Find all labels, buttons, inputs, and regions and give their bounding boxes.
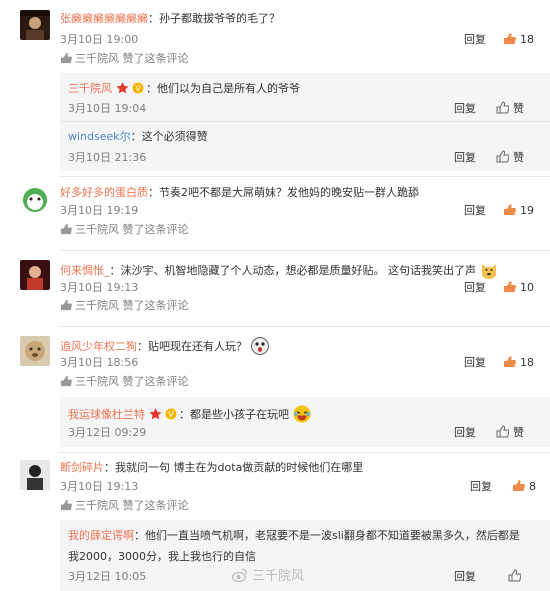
username[interactable]: 张癞癞癞癞癞癞癞 [60, 12, 148, 25]
like-button[interactable]: 赞 [496, 425, 524, 441]
like-button[interactable]: 8 [512, 479, 536, 495]
doge-emoji-icon [481, 264, 496, 279]
comment-text: ：沫沙宇、机智地隐藏了个人动态，想必都是质量好贴。 这句话我笑出了声 [109, 264, 477, 277]
avatar[interactable] [20, 260, 50, 290]
liker-name[interactable]: 三千院风 [75, 223, 119, 236]
like-count: 8 [529, 480, 536, 493]
reply-button[interactable]: 回复 [454, 101, 476, 117]
like-button[interactable]: 18 [503, 355, 534, 371]
like-button[interactable]: 赞 [496, 150, 524, 166]
avatar[interactable] [20, 184, 50, 214]
liked-note: 三千院风 赞了这条评论 [60, 51, 189, 67]
reply-thread: 我的薛定谔啊：他们一直当喷气机啊，老冦要不是一波sli翻身都不知道要被黑多久，然… [60, 520, 550, 591]
like-button[interactable]: 10 [503, 280, 534, 296]
comment-text: ：节奏2吧不都是大屌萌妹？发他妈的晚安贴一群人跪舔 [148, 186, 419, 199]
username[interactable]: 我运球像杜兰特 [68, 408, 145, 421]
thumbs-up-icon [496, 101, 509, 114]
avatar[interactable] [20, 336, 50, 366]
thumbs-up-icon [496, 425, 509, 438]
thumbs-up-icon [60, 299, 72, 311]
reply-button[interactable]: 回复 [470, 479, 492, 495]
thumbs-up-icon [60, 52, 72, 64]
vip-badge-icon: V [132, 82, 144, 94]
reply-button[interactable]: 回复 [454, 569, 476, 585]
timestamp: 3月10日 18:56 [60, 356, 139, 369]
timestamp: 3月12日 10:05 [68, 570, 147, 583]
divider [60, 250, 550, 251]
reply-button[interactable]: 回复 [464, 32, 486, 48]
thumbs-up-icon [504, 204, 516, 215]
divider [60, 121, 550, 122]
timestamp: 3月10日 19:19 [60, 204, 139, 217]
thumbs-up-icon [60, 499, 72, 511]
reply-thread: 我运球像杜兰特 V ：都是些小孩子在玩吧 3月12日 09:29 回复 赞 [60, 397, 550, 447]
username[interactable]: 追风少年权二狗 [60, 340, 137, 353]
thumbs-up-icon [496, 150, 509, 163]
username[interactable]: 好多好多的蛋白质 [60, 186, 148, 199]
liker-name[interactable]: 三千院风 [75, 499, 119, 512]
timestamp: 3月10日 21:36 [68, 151, 147, 164]
like-button[interactable] [508, 569, 525, 585]
like-button[interactable]: 18 [503, 32, 534, 48]
liker-name[interactable]: 三千院风 [75, 375, 119, 388]
star-badge-icon [116, 82, 128, 94]
like-count: 18 [520, 33, 534, 46]
divider [60, 176, 550, 177]
reply-text: ：他们以为自己是所有人的爷爷 [146, 82, 300, 95]
timestamp: 3月10日 19:00 [60, 33, 139, 46]
vip-badge-icon: V [165, 408, 177, 420]
thumbs-up-icon [513, 480, 525, 491]
thumbs-up-icon [508, 569, 521, 582]
thumbs-up-icon [60, 223, 72, 235]
shocked-face-emoji-icon [250, 337, 269, 355]
timestamp: 3月10日 19:13 [60, 480, 139, 493]
username[interactable]: 断剑碎片 [60, 461, 104, 474]
divider [60, 452, 550, 453]
laughing-face-emoji-icon [293, 405, 310, 423]
like-button[interactable]: 19 [503, 203, 534, 219]
liker-name[interactable]: 三千院风 [75, 299, 119, 312]
reply-button[interactable]: 回复 [454, 150, 476, 166]
watermark: 三千院风 [232, 565, 304, 584]
avatar[interactable] [20, 460, 50, 490]
timestamp: 3月10日 19:04 [68, 102, 147, 115]
reply-button[interactable]: 回复 [464, 203, 486, 219]
liked-note: 三千院风 赞了这条评论 [60, 498, 189, 514]
liker-name[interactable]: 三千院风 [75, 52, 119, 65]
reply-thread: 三千院风 V ：他们以为自己是所有人的爷爷 3月10日 19:04 回复 赞 wi… [60, 73, 550, 171]
divider [60, 326, 550, 327]
like-button[interactable]: 赞 [496, 101, 524, 117]
avatar[interactable] [20, 10, 50, 40]
liked-note: 三千院风 赞了这条评论 [60, 298, 189, 314]
thumbs-up-icon [504, 33, 516, 44]
thumbs-up-icon [504, 281, 516, 292]
like-count: 10 [520, 281, 534, 294]
reply-text: ：都是些小孩子在玩吧 [179, 408, 289, 421]
reply-text: ：他们一直当喷气机啊，老冦要不是一波sli翻身都不知道要被黑多久，然后都是 [134, 529, 520, 542]
reply-button[interactable]: 回复 [464, 355, 486, 371]
comment-text: ：孙子都敢拔爷爷的毛了？ [148, 12, 280, 25]
reply-text: ：这个必须得赞 [130, 130, 208, 143]
username[interactable]: 我的薛定谔啊 [68, 529, 134, 542]
liked-note: 三千院风 赞了这条评论 [60, 374, 189, 390]
liked-note: 三千院风 赞了这条评论 [60, 222, 189, 238]
username[interactable]: 三千院风 [68, 82, 112, 95]
star-badge-icon [149, 408, 161, 420]
like-count: 19 [520, 204, 534, 217]
reply-button[interactable]: 回复 [464, 280, 486, 296]
thumbs-up-icon [60, 375, 72, 387]
username[interactable]: windseek尔 [68, 130, 131, 143]
timestamp: 3月10日 19:13 [60, 281, 139, 294]
comment-text: ：贴吧现在还有人玩？ [137, 340, 247, 353]
timestamp: 3月12日 09:29 [68, 426, 147, 439]
svg-text:V: V [135, 84, 141, 93]
reply-button[interactable]: 回复 [454, 425, 476, 441]
like-count: 18 [520, 356, 534, 369]
svg-text:V: V [168, 410, 174, 419]
username[interactable]: 何来惆怅_ [60, 264, 110, 277]
weibo-logo-icon [232, 568, 248, 583]
comment-text: ：我就问一句 博主在为dota做贡献的时候他们在哪里 [104, 461, 364, 474]
reply-text-continued: 我2000，3000分，我上我也行的自信 [68, 550, 256, 563]
thumbs-up-icon [504, 356, 516, 367]
